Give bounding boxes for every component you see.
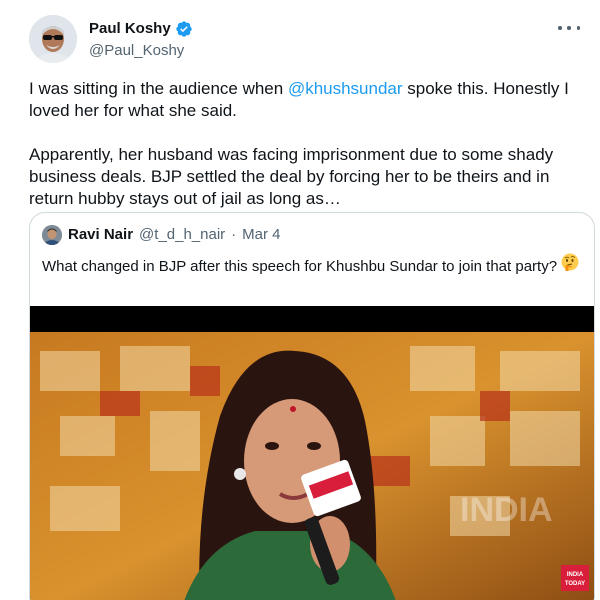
avatar-man-icon <box>42 225 62 245</box>
logo-text-line-1: INDIA <box>567 572 584 578</box>
more-dots-icon[interactable] <box>558 20 580 36</box>
author-handle[interactable]: @Paul_Koshy <box>89 41 193 61</box>
verified-badge-icon[interactable] <box>175 20 193 38</box>
video-thumbnail[interactable]: INDIA INDIA TODAY <box>30 306 594 600</box>
thinking-face-emoji-icon <box>561 253 579 271</box>
author-block: Paul Koshy @Paul_Koshy <box>89 19 193 61</box>
mention-link[interactable]: @khushsundar <box>288 79 403 98</box>
quoted-tweet[interactable]: Ravi Nair @t_d_h_nair · Mar 4 What chang… <box>29 212 595 600</box>
tweet-card[interactable]: Paul Koshy @Paul_Koshy I was sitting in … <box>0 0 600 600</box>
quoted-author-avatar[interactable] <box>42 225 62 245</box>
tweet-text: I was sitting in the audience when @khus… <box>29 78 589 210</box>
avatar-man-sunglasses-icon <box>29 15 77 63</box>
quoted-tweet-text-body: What changed in BJP after this speech fo… <box>42 258 558 275</box>
watermark-text: INDIA <box>460 491 553 529</box>
quoted-tweet-text: What changed in BJP after this speech fo… <box>42 250 587 277</box>
quoted-tweet-date[interactable]: Mar 4 <box>242 225 280 245</box>
video-frame: INDIA INDIA TODAY <box>30 306 594 600</box>
channel-logo <box>561 565 589 591</box>
author-display-name[interactable]: Paul Koshy <box>89 19 171 39</box>
quoted-tweet-header: Ravi Nair @t_d_h_nair · Mar 4 <box>42 225 281 245</box>
dot-separator: · <box>231 226 237 243</box>
tweet-text-segment: I was sitting in the audience when <box>29 79 288 98</box>
tweet-paragraph-2: Apparently, her husband was facing impri… <box>29 145 554 208</box>
tweet-paragraph-1: I was sitting in the audience when @khus… <box>29 78 589 122</box>
quoted-author-name[interactable]: Ravi Nair <box>68 225 133 245</box>
logo-text-line-2: TODAY <box>565 581 585 587</box>
author-avatar[interactable] <box>29 15 77 63</box>
quoted-author-handle[interactable]: @t_d_h_nair <box>139 225 225 245</box>
